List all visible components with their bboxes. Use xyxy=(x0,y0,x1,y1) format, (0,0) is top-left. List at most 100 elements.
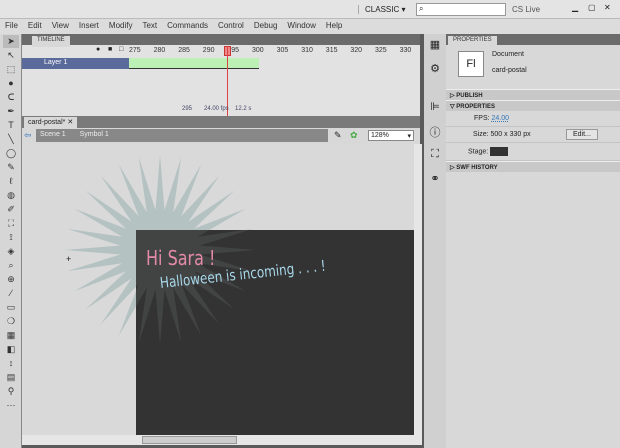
tool-icon-26[interactable]: ⋯ xyxy=(3,399,19,412)
flash-document-icon: Fl xyxy=(458,51,484,77)
lock-icon[interactable]: ■ xyxy=(108,46,112,53)
frame-number: 330 xyxy=(399,47,412,54)
tool-icon-10[interactable]: ℓ xyxy=(3,175,19,188)
tool-icon-7[interactable]: ╲ xyxy=(3,133,19,146)
tool-icon-5[interactable]: ✒ xyxy=(3,105,19,118)
align-icon[interactable]: ⊫ xyxy=(424,100,446,120)
motion-presets-icon[interactable]: ⚙ xyxy=(424,62,446,82)
publish-section[interactable]: ▷ PUBLISH xyxy=(446,89,620,100)
minimize-button[interactable]: ▁ xyxy=(572,3,578,12)
vertical-scrollbar[interactable] xyxy=(414,144,422,435)
stage-label: Stage: xyxy=(468,148,489,156)
menu-file[interactable]: File xyxy=(0,19,23,32)
breadcrumb: Scene 1 Symbol 1 xyxy=(36,129,328,142)
tool-icon-18[interactable]: ∕ xyxy=(3,287,19,300)
swf-history-section[interactable]: ▷ SWF HISTORY xyxy=(446,161,620,172)
greeting-text[interactable]: Hi Sara ! xyxy=(146,246,215,270)
properties-section[interactable]: ▽ PROPERTIES xyxy=(446,100,620,111)
tool-icon-6[interactable]: T xyxy=(3,119,19,132)
tool-icon-24[interactable]: ▤ xyxy=(3,371,19,384)
menu-edit[interactable]: Edit xyxy=(23,19,47,32)
tool-icon-17[interactable]: ⊕ xyxy=(3,273,19,286)
menu-modify[interactable]: Modify xyxy=(104,19,138,32)
close-tab-icon[interactable]: ✕ xyxy=(67,119,73,126)
tool-icon-23[interactable]: ↕ xyxy=(3,357,19,370)
cs-live-button[interactable]: CS Live xyxy=(512,5,540,14)
info-icon[interactable]: ⓘ xyxy=(424,124,446,144)
tool-icon-11[interactable]: ◍ xyxy=(3,189,19,202)
tool-icon-9[interactable]: ✎ xyxy=(3,161,19,174)
tool-icon-20[interactable]: ❍ xyxy=(3,315,19,328)
frame-rate[interactable]: 24.00 fps xyxy=(204,106,229,112)
frame-number: 280 xyxy=(153,47,166,54)
horizontal-scrollbar[interactable] xyxy=(22,435,422,445)
tool-icon-22[interactable]: ◧ xyxy=(3,343,19,356)
layer-row[interactable]: Layer 1 xyxy=(22,58,412,69)
tool-icon-19[interactable]: ▭ xyxy=(3,301,19,314)
tab-card-postal[interactable]: card-postal* ✕ xyxy=(24,117,78,128)
edit-scene-icon[interactable]: ✎ xyxy=(334,130,342,141)
tool-icon-12[interactable]: ✐ xyxy=(3,203,19,216)
components-icon[interactable]: ⚭ xyxy=(424,172,446,192)
stage-artwork xyxy=(65,155,414,435)
swf-history-label: SWF HISTORY xyxy=(456,165,498,171)
frame-ruler[interactable]: ● ■ □ 275 280 285 290 295 300 305 310 315 320 325 3… xyxy=(22,45,420,57)
frame-number: 300 xyxy=(252,47,264,54)
tool-icon-13[interactable]: ⛶ xyxy=(3,217,19,230)
breadcrumb-scene[interactable]: Scene 1 xyxy=(40,131,66,138)
document-type: Document xyxy=(492,51,524,58)
tool-icon-0[interactable]: ➤ xyxy=(3,35,19,48)
menu-insert[interactable]: Insert xyxy=(74,19,104,32)
zoom-select[interactable]: 128% ▾ xyxy=(368,130,414,141)
maximize-button[interactable]: ▢ xyxy=(588,3,596,12)
frame-number: 325 xyxy=(375,47,387,54)
tool-icon-14[interactable]: ⟟ xyxy=(3,231,19,244)
tool-icon-25[interactable]: ⚲ xyxy=(3,385,19,398)
transform-icon[interactable]: ⛶ xyxy=(424,148,446,168)
current-frame[interactable]: 295 xyxy=(182,106,192,112)
search-icon: ⌕ xyxy=(419,4,424,13)
tool-icon-3[interactable]: ● xyxy=(3,77,19,90)
back-arrow-icon[interactable]: ⇦ xyxy=(24,130,32,141)
crosshair-icon: + xyxy=(66,254,72,264)
outline-icon[interactable]: □ xyxy=(119,46,123,53)
tool-icon-21[interactable]: ▦ xyxy=(3,329,19,342)
menu-control[interactable]: Control xyxy=(213,19,249,32)
stage-area[interactable]: Hi Sara ! Halloween is incoming . . . ! … xyxy=(22,144,414,435)
document-tabs: card-postal* ✕ xyxy=(22,116,420,128)
breadcrumb-symbol[interactable]: Symbol 1 xyxy=(80,131,109,138)
tool-icon-4[interactable]: ᑕ xyxy=(3,91,19,104)
size-value: 500 x 330 px xyxy=(490,131,531,138)
layer-frames[interactable] xyxy=(129,58,259,69)
stage-color-swatch[interactable] xyxy=(490,147,509,156)
tool-icon-2[interactable]: ⬚ xyxy=(3,63,19,76)
size-label: Size: xyxy=(473,131,489,138)
help-search-input[interactable] xyxy=(416,3,506,16)
library-icon[interactable]: ▦ xyxy=(424,38,446,58)
scroll-thumb[interactable] xyxy=(142,436,237,444)
tool-icon-15[interactable]: ◈ xyxy=(3,245,19,258)
menu-bar: File Edit View Insert Modify Text Commands Cont… xyxy=(0,19,620,34)
menu-view[interactable]: View xyxy=(47,19,74,32)
properties-panel: PROPERTIES Fl Document card-postal ▷ PUB… xyxy=(446,34,620,448)
menu-help[interactable]: Help xyxy=(321,19,347,32)
tool-icon-16[interactable]: ⌕ xyxy=(3,259,19,272)
frame-number: 290 xyxy=(202,47,215,54)
frame-number: 315 xyxy=(325,47,338,54)
menu-window[interactable]: Window xyxy=(282,19,320,32)
tool-icon-1[interactable]: ↖ xyxy=(3,49,19,62)
eye-icon[interactable]: ● xyxy=(96,46,100,53)
close-button[interactable]: ✕ xyxy=(604,3,611,12)
tool-icon-8[interactable]: ◯ xyxy=(3,147,19,160)
fps-value[interactable]: 24.00 xyxy=(492,115,510,122)
frame-number: 275 xyxy=(129,47,141,54)
menu-text[interactable]: Text xyxy=(137,19,162,32)
workspace-switcher[interactable]: CLASSIC ▾ xyxy=(358,5,405,14)
menu-debug[interactable]: Debug xyxy=(249,19,283,32)
edit-symbols-icon[interactable]: ✿ xyxy=(350,130,358,141)
timeline-panel: TIMELINE ● ■ □ 275 280 285 290 295 300 305 310 3… xyxy=(22,34,420,116)
layer-name[interactable]: Layer 1 xyxy=(44,59,67,66)
frame-number: 285 xyxy=(178,47,190,54)
edit-button[interactable]: Edit... xyxy=(566,129,598,140)
menu-commands[interactable]: Commands xyxy=(162,19,213,32)
